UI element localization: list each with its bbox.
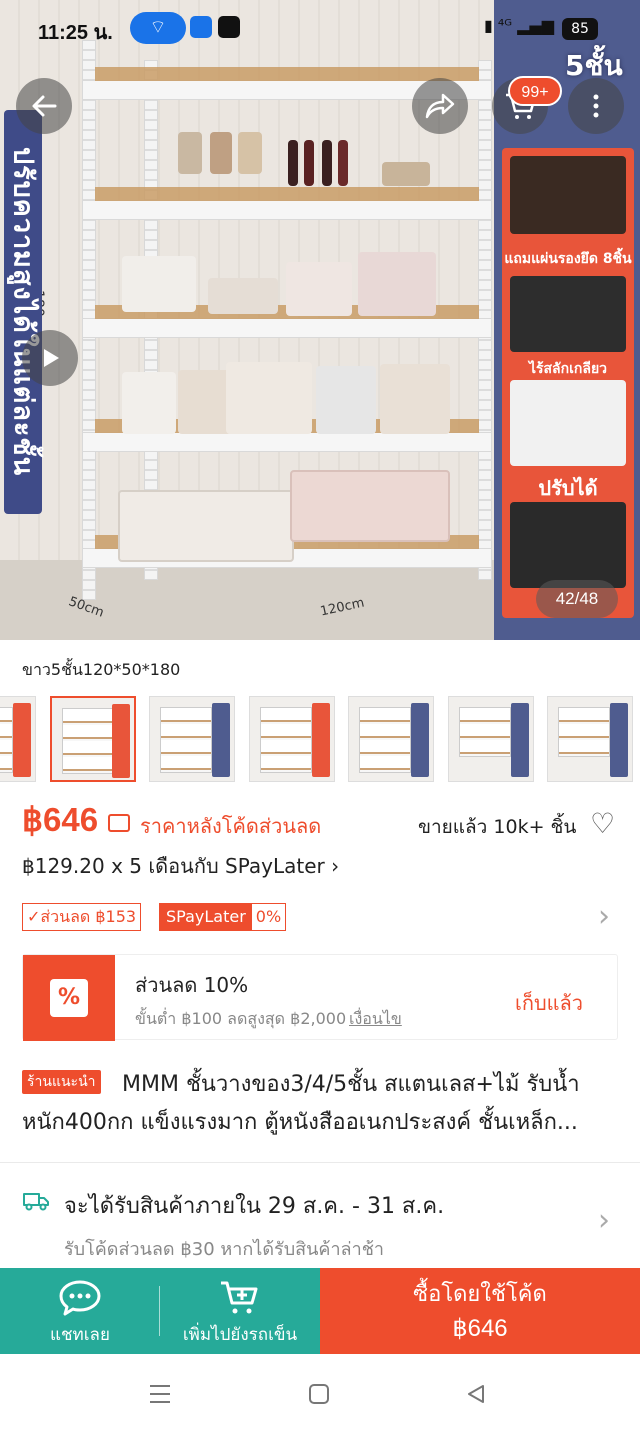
status-bar: 11:25 น. ⌔ ▮ ⁴ᴳ ▂▄▆ 85 [0, 0, 640, 56]
coupon-collected-button[interactable]: เก็บแล้ว [515, 987, 583, 1019]
battery-icon: 85 [562, 18, 598, 40]
coupon-conditions-link[interactable]: เงื่อนไข [349, 1007, 402, 1032]
chat-icon [59, 1280, 101, 1316]
late-delivery-guarantee: รับโค้ดส่วนลด ฿30 หากได้รับสินค้าล่าช้า [64, 1239, 385, 1260]
status-time: 11:25 น. [38, 22, 113, 44]
feature-label-adjustable: ปรับได้ [538, 476, 598, 500]
section-divider [0, 1162, 640, 1163]
coupon-title: ส่วนลด 10% [135, 973, 249, 997]
chat-now-label: แชทเลย [50, 1325, 110, 1345]
play-icon [44, 349, 59, 367]
discount-voucher-tag[interactable]: ✓ส่วนลด ฿153 [22, 903, 142, 931]
installment-info[interactable]: ฿129.20 x 5 เดือนกับ SPayLater › [22, 850, 339, 882]
back-button[interactable] [16, 78, 72, 134]
variant-thumbnail-strip[interactable] [0, 696, 640, 782]
feature-stack [502, 148, 634, 618]
home-square-icon [309, 1384, 329, 1404]
sold-count: ขายแล้ว 10k+ ชิ้น [418, 816, 577, 838]
delivery-estimate[interactable]: จะได้รับสินค้าภายใน 29 ส.ค. - 31 ส.ค. [64, 1188, 444, 1223]
coupon-ticket-icon [108, 814, 130, 832]
share-icon [425, 93, 455, 119]
buy-price-label: ฿646 [452, 1315, 508, 1342]
play-video-button[interactable] [22, 330, 78, 386]
height-adjust-banner: ปรับความสูงได้ในแต่ละชั้น [4, 110, 42, 514]
chevron-right-icon: › [331, 854, 340, 878]
installment-text: ฿129.20 x 5 เดือนกับ SPayLater [22, 854, 325, 878]
variant-thumbnail[interactable] [0, 696, 36, 782]
price-after-code-note: ราคาหลังโค้ดส่วนลด [140, 814, 322, 838]
wifi-hotspot-icon: ⌔ [130, 12, 186, 44]
voucher-chevron-right-icon[interactable]: › [598, 902, 610, 932]
product-title: MMM ชั้นวางของ3/4/5ชั้น สแตนเลส+ไม้ รับน… [22, 1072, 580, 1135]
truck-icon [23, 1193, 49, 1211]
chat-now-button[interactable]: แชทเลย [0, 1268, 160, 1354]
system-navigation-bar [0, 1354, 640, 1432]
shop-coupon-card: % ส่วนลด 10% ขั้นต่ำ ฿100 ลดสูงสุด ฿2,00… [22, 954, 618, 1041]
more-button[interactable] [568, 78, 624, 134]
percent-coupon-icon: % [50, 979, 88, 1017]
product-price: ฿646 [22, 801, 99, 838]
variant-thumbnail[interactable] [547, 696, 633, 782]
system-back-button[interactable] [456, 1374, 496, 1414]
spaylater-label: SPayLater [160, 904, 252, 930]
buy-with-code-button[interactable]: ซื้อโดยใช้โค้ด ฿646 [320, 1268, 640, 1354]
feature-label-pads: แถมแผ่นรองยึด 8ชิ้น [504, 251, 632, 267]
variant-thumbnail[interactable] [348, 696, 434, 782]
app-notification-icon-2 [218, 16, 240, 38]
coupon-detail: ขั้นต่ำ ฿100 ลดสูงสุด ฿2,000 [135, 1009, 347, 1028]
signal-icon: ▮ ⁴ᴳ ▂▄▆ [484, 16, 555, 35]
variant-thumbnail[interactable] [249, 696, 335, 782]
back-arrow-icon [32, 95, 57, 117]
selected-variant-label: ขาว5ชั้น120*50*180 [22, 660, 181, 679]
cart-count-badge: 99+ [508, 76, 562, 106]
app-notification-icon [190, 16, 212, 38]
image-counter: 42/48 [536, 580, 618, 618]
more-dots-icon [593, 94, 599, 118]
share-button[interactable] [412, 78, 468, 134]
spaylater-tag[interactable]: SPayLater 0% [159, 903, 287, 931]
add-to-cart-button[interactable]: เพิ่มไปยังรถเข็น [160, 1268, 320, 1354]
shipping-chevron-right-icon[interactable]: › [598, 1206, 610, 1236]
menu-lines-icon [150, 1385, 170, 1403]
height-adjust-text: ปรับความสูงได้ในแต่ละชั้น [7, 147, 39, 477]
variant-thumbnail[interactable] [149, 696, 235, 782]
variant-thumbnail-selected[interactable] [50, 696, 136, 782]
bottom-action-bar: แชทเลย เพิ่มไปยังรถเข็น ซื้อโดยใช้โค้ด ฿… [0, 1268, 640, 1354]
feature-label-boltless: ไร้สลักเกลียว [528, 361, 608, 377]
recent-apps-button[interactable] [140, 1374, 180, 1414]
back-triangle-icon [468, 1385, 484, 1403]
add-to-cart-label: เพิ่มไปยังรถเข็น [182, 1325, 298, 1345]
add-to-cart-icon [221, 1281, 258, 1314]
home-button[interactable] [299, 1374, 339, 1414]
recommended-shop-badge: ร้านแนะนำ [22, 1070, 101, 1094]
variant-thumbnail[interactable] [448, 696, 534, 782]
buy-with-code-label: ซื้อโดยใช้โค้ด [413, 1282, 547, 1307]
coupon-icon-area: % [23, 955, 115, 1041]
spaylater-rate: 0% [255, 907, 282, 926]
favorite-heart-icon[interactable]: ♡ [590, 810, 615, 838]
